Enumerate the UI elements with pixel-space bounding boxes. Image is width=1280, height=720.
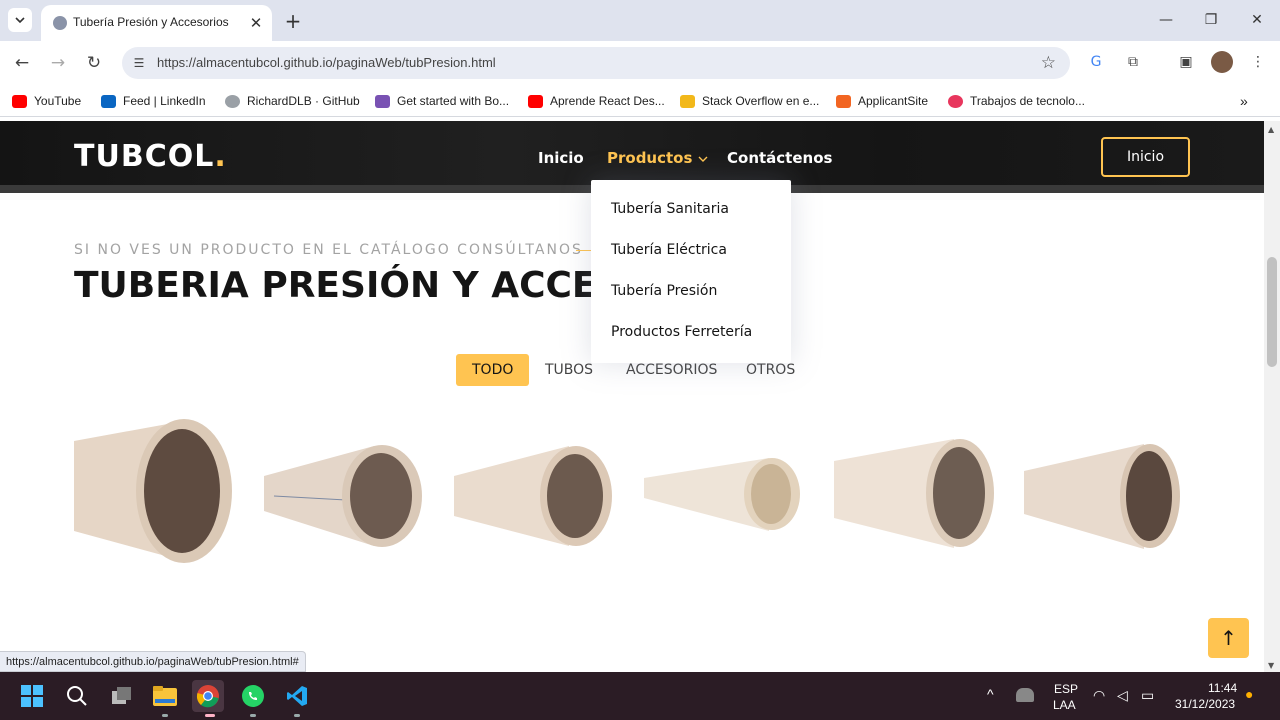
tab-search-button[interactable] bbox=[8, 8, 32, 32]
minimize-icon[interactable]: — bbox=[1151, 9, 1181, 31]
dropdown-item-presion[interactable]: Tubería Presión bbox=[611, 283, 717, 299]
profile-avatar[interactable] bbox=[1211, 51, 1233, 73]
bookmark-youtube[interactable]: YouTube bbox=[12, 92, 81, 110]
volume-icon[interactable]: ◁ bbox=[1117, 687, 1128, 704]
keyboard-layout[interactable]: LAA bbox=[1053, 698, 1076, 712]
bookmarks-bar: YouTube Feed | LinkedIn RichardDLB · Git… bbox=[0, 85, 1280, 117]
scroll-to-top-button[interactable]: ↑ bbox=[1208, 618, 1249, 658]
address-bar[interactable]: ☰ https://almacentubcol.github.io/pagina… bbox=[122, 47, 1070, 79]
wifi-icon[interactable]: ◠ bbox=[1093, 687, 1105, 704]
page-viewport: TUBCOL. Inicio Productos Contáctenos Ini… bbox=[0, 121, 1264, 672]
bookmark-applicantsite[interactable]: ApplicantSite bbox=[836, 92, 928, 110]
dropdown-item-electrica[interactable]: Tubería Eléctrica bbox=[611, 242, 727, 258]
jobs-icon bbox=[948, 94, 963, 108]
running-indicator bbox=[294, 714, 300, 717]
stackoverflow-icon bbox=[680, 94, 695, 108]
translate-icon[interactable]: G bbox=[1085, 51, 1107, 73]
product-image-pipe-1[interactable] bbox=[74, 416, 234, 566]
bookmark-jobs[interactable]: Trabajos de tecnolo... bbox=[948, 92, 1085, 110]
chevron-down-icon bbox=[15, 17, 25, 24]
clock-date[interactable]: 31/12/2023 bbox=[1175, 697, 1235, 711]
nav-productos[interactable]: Productos bbox=[607, 149, 708, 167]
site-info-icon[interactable]: ☰ bbox=[130, 54, 148, 72]
clock-time[interactable]: 11:44 bbox=[1208, 681, 1237, 695]
page-scrollbar[interactable]: ▲ ▼ bbox=[1264, 121, 1280, 672]
search-icon[interactable] bbox=[61, 680, 93, 712]
browser-toolbar: ← → ↻ ☰ https://almacentubcol.github.io/… bbox=[0, 41, 1280, 85]
chrome-icon[interactable] bbox=[192, 680, 224, 712]
github-icon bbox=[225, 94, 240, 108]
url-text[interactable]: https://almacentubcol.github.io/paginaWe… bbox=[157, 55, 496, 70]
side-panel-icon[interactable]: ▣ bbox=[1175, 51, 1197, 73]
notification-bell-icon[interactable]: ● bbox=[1245, 686, 1253, 702]
file-explorer-icon[interactable] bbox=[149, 680, 181, 712]
youtube-icon bbox=[12, 94, 27, 108]
reload-icon[interactable]: ↻ bbox=[82, 51, 106, 75]
new-tab-button[interactable]: + bbox=[282, 9, 304, 33]
status-url-bubble: https://almacentubcol.github.io/paginaWe… bbox=[0, 651, 306, 672]
dropdown-item-sanitaria[interactable]: Tubería Sanitaria bbox=[611, 201, 729, 217]
windows-start-icon[interactable] bbox=[16, 680, 48, 712]
product-image-pipe-5[interactable] bbox=[834, 436, 994, 551]
restore-icon[interactable]: ❐ bbox=[1196, 9, 1226, 31]
language-code[interactable]: ESP bbox=[1054, 682, 1078, 696]
header-inicio-button[interactable]: Inicio bbox=[1101, 137, 1190, 177]
menu-icon[interactable]: ⋮ bbox=[1247, 51, 1269, 73]
bookmark-bootstrap[interactable]: Get started with Bo... bbox=[375, 92, 509, 110]
running-indicator bbox=[250, 714, 256, 717]
whatsapp-icon[interactable] bbox=[237, 680, 269, 712]
active-indicator bbox=[205, 714, 215, 717]
windows-taskbar: ^ ESP LAA ◠ ◁ ▭ 11:44 31/12/2023 ● bbox=[0, 672, 1280, 720]
browser-tab-strip: Tubería Presión y Accesorios ✕ + — ❐ ✕ bbox=[0, 0, 1280, 41]
product-image-pipe-4[interactable] bbox=[644, 456, 804, 536]
tab-title: Tubería Presión y Accesorios bbox=[73, 15, 229, 29]
nav-inicio[interactable]: Inicio bbox=[538, 149, 584, 167]
site-header: TUBCOL. Inicio Productos Contáctenos Ini… bbox=[0, 121, 1264, 187]
close-tab-icon[interactable]: ✕ bbox=[246, 13, 266, 33]
onedrive-icon[interactable] bbox=[1016, 688, 1034, 702]
linkedin-icon bbox=[101, 94, 116, 108]
product-image-pipe-6[interactable] bbox=[1024, 439, 1184, 554]
battery-icon[interactable]: ▭ bbox=[1141, 687, 1154, 704]
browser-tab[interactable]: Tubería Presión y Accesorios ✕ bbox=[41, 5, 272, 41]
dropdown-item-ferreteria[interactable]: Productos Ferretería bbox=[611, 324, 752, 340]
running-indicator bbox=[162, 714, 168, 717]
nav-contactenos[interactable]: Contáctenos bbox=[727, 149, 832, 167]
bookmark-star-icon[interactable]: ☆ bbox=[1041, 53, 1056, 73]
chevron-down-icon bbox=[698, 156, 708, 162]
scroll-up-icon[interactable]: ▲ bbox=[1268, 125, 1274, 134]
product-image-pipe-2[interactable] bbox=[264, 441, 424, 551]
bookmark-stackoverflow[interactable]: Stack Overflow en e... bbox=[680, 92, 819, 110]
vscode-icon[interactable] bbox=[281, 680, 313, 712]
task-view-icon[interactable] bbox=[106, 680, 138, 712]
site-logo[interactable]: TUBCOL. bbox=[74, 139, 227, 174]
chevron-up-icon[interactable]: ^ bbox=[987, 686, 994, 702]
bookmark-react[interactable]: Aprende React Des... bbox=[528, 92, 665, 110]
close-window-icon[interactable]: ✕ bbox=[1242, 9, 1272, 31]
bookmark-linkedin[interactable]: Feed | LinkedIn bbox=[101, 92, 206, 110]
extensions-icon[interactable]: ⧉ bbox=[1122, 51, 1144, 73]
scrollbar-thumb[interactable] bbox=[1267, 257, 1277, 367]
productos-dropdown: Tubería Sanitaria Tubería Eléctrica Tube… bbox=[591, 180, 791, 363]
more-bookmarks-icon[interactable]: » bbox=[1240, 92, 1248, 110]
youtube-icon bbox=[528, 94, 543, 108]
product-image-pipe-3[interactable] bbox=[454, 441, 614, 551]
bookmark-github[interactable]: RichardDLB · GitHub bbox=[225, 92, 360, 110]
scroll-down-icon[interactable]: ▼ bbox=[1268, 661, 1274, 670]
section-subtitle: SI NO VES UN PRODUCTO EN EL CATÁLOGO CON… bbox=[74, 242, 583, 258]
globe-icon bbox=[53, 16, 67, 30]
filter-todo[interactable]: TODO bbox=[456, 354, 530, 386]
forward-icon[interactable]: → bbox=[46, 51, 70, 75]
arrow-up-icon: ↑ bbox=[1220, 626, 1237, 650]
bootstrap-icon bbox=[375, 94, 390, 108]
applicantsite-icon bbox=[836, 94, 851, 108]
back-icon[interactable]: ← bbox=[10, 51, 34, 75]
